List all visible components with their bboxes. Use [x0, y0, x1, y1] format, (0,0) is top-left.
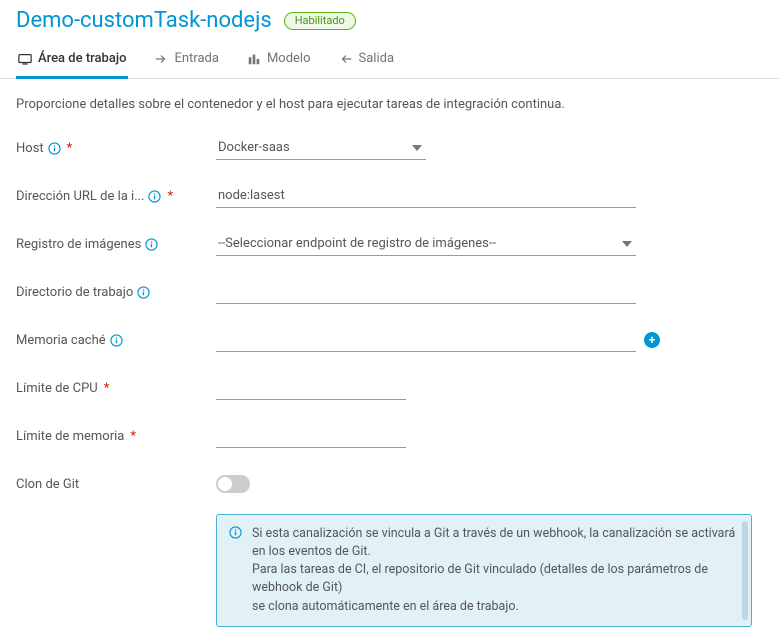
- cpu-limit-label: Límite de CPU *: [16, 381, 216, 396]
- git-info-panel: Si esta canalización se vincula a Git a …: [216, 514, 752, 627]
- required-marker: *: [104, 381, 110, 396]
- model-icon: [247, 52, 261, 66]
- required-marker: *: [167, 189, 173, 204]
- status-badge: Habilitado: [284, 12, 356, 30]
- workdir-input[interactable]: [216, 280, 636, 304]
- info-line: Para las tareas de CI, el repositorio de…: [252, 561, 737, 597]
- info-icon[interactable]: [48, 142, 61, 155]
- page-title: Demo-customTask-nodejs: [16, 8, 272, 33]
- tab-input[interactable]: Entrada: [152, 43, 220, 79]
- registry-label: Registro de imágenes: [16, 237, 216, 252]
- workdir-label: Directorio de trabajo: [16, 285, 216, 300]
- toggle-knob: [218, 477, 232, 491]
- info-line: se clona automáticamente en el área de t…: [252, 598, 737, 616]
- tab-label: Salida: [359, 51, 395, 66]
- tab-workspace[interactable]: Área de trabajo: [16, 43, 128, 79]
- memory-limit-input[interactable]: [216, 424, 406, 448]
- tab-label: Modelo: [267, 51, 311, 66]
- tab-output[interactable]: Salida: [337, 43, 397, 79]
- info-icon[interactable]: [145, 238, 158, 251]
- image-url-label: Dirección URL de la i... *: [16, 189, 216, 204]
- output-icon: [339, 52, 353, 66]
- cache-label: Memoria caché: [16, 333, 216, 348]
- workspace-icon: [18, 52, 32, 66]
- cache-input[interactable]: [216, 328, 636, 352]
- host-select[interactable]: Docker-saas: [216, 136, 426, 160]
- required-marker: *: [67, 141, 73, 156]
- add-cache-button[interactable]: +: [644, 332, 660, 348]
- description-text: Proporcione detalles sobre el contenedor…: [16, 97, 764, 112]
- git-clone-label: Clon de Git: [16, 477, 216, 492]
- tab-label: Área de trabajo: [38, 51, 126, 66]
- host-label: Host *: [16, 141, 216, 156]
- info-icon: [229, 526, 242, 539]
- info-icon[interactable]: [148, 190, 161, 203]
- image-url-input[interactable]: [216, 184, 636, 208]
- git-clone-toggle[interactable]: [216, 475, 250, 493]
- info-icon[interactable]: [137, 286, 150, 299]
- cpu-limit-input[interactable]: [216, 376, 406, 400]
- required-marker: *: [130, 429, 136, 444]
- info-icon[interactable]: [110, 334, 123, 347]
- tab-label: Entrada: [174, 51, 218, 66]
- registry-select[interactable]: --Seleccionar endpoint de registro de im…: [216, 232, 636, 256]
- input-icon: [154, 52, 168, 66]
- memory-limit-label: Límite de memoria *: [16, 429, 216, 444]
- tab-model[interactable]: Modelo: [245, 43, 313, 79]
- tab-bar: Área de trabajo Entrada Modelo Salida: [0, 43, 780, 79]
- info-line: Si esta canalización se vincula a Git a …: [252, 525, 737, 561]
